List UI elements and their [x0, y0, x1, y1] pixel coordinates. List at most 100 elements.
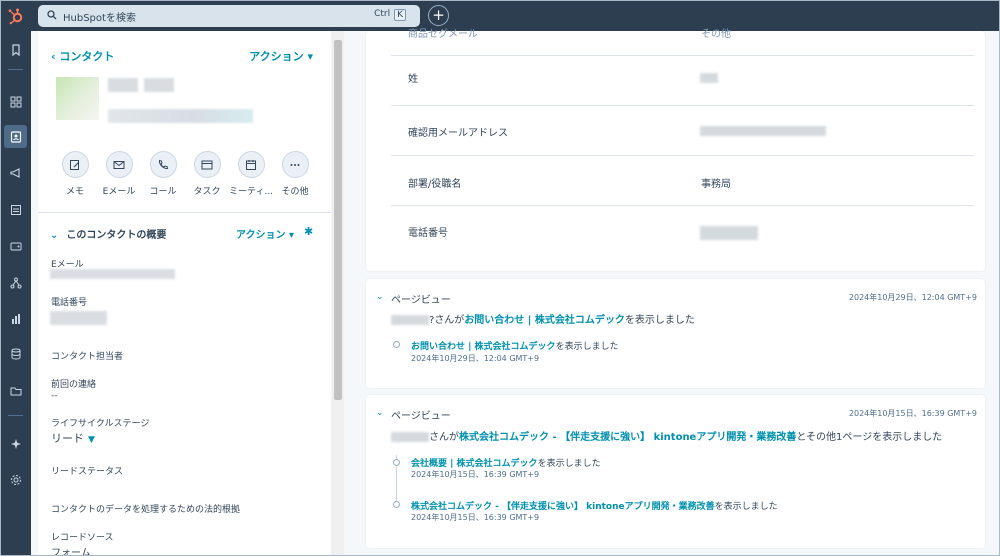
phone-value-redacted[interactable] — [50, 311, 107, 325]
lifecycle-stage-select[interactable]: リード ▼ — [51, 430, 95, 446]
commerce-wallet-icon[interactable] — [4, 234, 27, 257]
contact-email-redacted — [108, 109, 253, 123]
section-divider — [38, 212, 331, 213]
note-action-button[interactable]: メモ — [60, 151, 90, 197]
search-placeholder: HubSpotを検索 — [63, 12, 136, 24]
subevent-page-link[interactable]: 会社概要 | 株式会社コムデック — [411, 459, 538, 469]
automation-icon[interactable] — [4, 271, 27, 294]
legal-basis-label: コンタクトのデータを処理するための法的根拠 — [51, 505, 241, 515]
chevron-down-icon[interactable]: ⌄ — [376, 408, 384, 418]
note-action-label: メモ — [65, 187, 84, 197]
content-icon[interactable] — [4, 198, 27, 221]
settings-gear-icon[interactable] — [4, 468, 27, 491]
data-database-icon[interactable] — [4, 342, 27, 365]
shortcut-ctrl: Ctrl — [374, 9, 391, 19]
summary-tail: を表示しました — [624, 315, 695, 326]
contact-avatar — [56, 77, 99, 120]
contact-details-card: 商品セグメール その他 姓 確認用メールアドレス 部署/役職名 事務局 電話番号 — [366, 29, 985, 271]
subevent-page-link[interactable]: お問い合わせ | 株式会社コムデック — [411, 342, 556, 352]
search-shortcut: Ctrl K — [372, 9, 406, 21]
top-navigation-bar: HubSpotを検索 Ctrl K + — [0, 0, 1000, 31]
owner-property-label: コンタクト担当者 — [51, 352, 124, 362]
pencil-icon — [61, 151, 89, 178]
row-divider — [391, 155, 974, 156]
bookmark-icon[interactable] — [4, 38, 27, 61]
email-value-redacted[interactable] — [50, 269, 175, 279]
page-view-event-card: ⌄ ページビュー 2024年10月15日、16:39 GMT+9 さんが株式会社… — [366, 395, 985, 548]
workspaces-grid-icon[interactable] — [4, 90, 27, 113]
phone-number-value-redacted[interactable] — [700, 226, 758, 240]
contacts-icon[interactable] — [4, 125, 27, 148]
phone-property-label: 電話番号 — [51, 298, 88, 308]
contact-name-redacted — [144, 78, 174, 92]
event-summary: ?さんがお問い合わせ | 株式会社コムデックを表示しました — [391, 311, 695, 326]
summary-title: このコンタクトの概要 — [66, 230, 167, 241]
visitor-name-redacted — [391, 315, 429, 325]
breeze-sparkle-icon[interactable] — [4, 432, 27, 455]
confirm-email-label: 確認用メールアドレス — [408, 128, 508, 139]
last-contacted-label: 前回の連絡 — [51, 380, 97, 390]
subevent-time: 2024年10月29日、12:04 GMT+9 — [411, 354, 540, 363]
call-action-label: コール — [149, 187, 177, 197]
event-timestamp: 2024年10月29日、12:04 GMT+9 — [848, 293, 977, 302]
rail-divider — [8, 69, 23, 70]
confirm-email-value-redacted[interactable] — [700, 126, 826, 136]
row-divider — [391, 55, 974, 56]
detail-row-label: 商品セグメール — [408, 29, 478, 40]
last-name-value-redacted[interactable] — [700, 73, 718, 83]
global-search-input[interactable]: HubSpotを検索 Ctrl K — [38, 5, 420, 27]
phone-icon — [149, 151, 177, 178]
department-title-value[interactable]: 事務局 — [701, 175, 731, 190]
more-action-label: その他 — [281, 187, 309, 197]
subevent-line: お問い合わせ | 株式会社コムデックを表示しました — [411, 339, 619, 352]
event-timestamp: 2024年10月15日、16:39 GMT+9 — [848, 409, 977, 418]
call-action-button[interactable]: コール — [148, 151, 178, 197]
lead-status-label: リードステータス — [51, 467, 124, 477]
page-view-event-card: ⌄ ページビュー 2024年10月29日、12:04 GMT+9 ?さんがお問い… — [366, 279, 985, 388]
visitor-name-redacted — [391, 432, 429, 442]
department-title-label: 部署/役職名 — [408, 179, 462, 190]
task-action-button[interactable]: タスク — [192, 151, 222, 197]
marketing-megaphone-icon[interactable] — [4, 161, 27, 184]
record-source-label: レコードソース — [51, 533, 114, 543]
summary-text: さんが — [429, 432, 459, 443]
record-actions-dropdown[interactable]: アクション ▾ — [249, 48, 313, 64]
subevent-time: 2024年10月15日、16:39 GMT+9 — [411, 470, 540, 479]
contact-sidebar: ‹ コンタクト アクション ▾ メモ Eメール コール タスク ミーティ... — [38, 31, 331, 556]
meeting-action-button[interactable]: ミーティ... — [229, 151, 273, 197]
rail-divider — [8, 415, 23, 416]
more-action-button[interactable]: その他 — [280, 151, 310, 197]
back-to-contacts-link[interactable]: ‹ コンタクト — [51, 48, 114, 64]
last-contacted-value: -- — [51, 391, 58, 401]
email-action-button[interactable]: Eメール — [103, 151, 135, 197]
subevent-tail: を表示しました — [537, 459, 601, 469]
timeline-dot — [393, 459, 400, 466]
left-rail-nav — [0, 31, 31, 556]
page-link[interactable]: お問い合わせ | 株式会社コムデック — [464, 315, 625, 326]
event-title: ページビュー — [391, 295, 451, 306]
chevron-down-icon[interactable]: ⌄ — [376, 292, 384, 302]
calendar-icon — [237, 151, 265, 178]
summary-tail: とその他1ページを表示しました — [796, 432, 943, 443]
create-new-button[interactable]: + — [428, 5, 449, 26]
reports-chart-icon[interactable] — [4, 307, 27, 330]
subevent-tail: を表示しました — [555, 342, 619, 352]
lifecycle-stage-value: リード — [51, 432, 84, 445]
summary-section-toggle[interactable]: ⌄ このコンタクトの概要 — [50, 226, 166, 241]
envelope-icon — [105, 151, 133, 178]
hubspot-logo-icon[interactable] — [0, 0, 31, 31]
timeline-dot — [393, 501, 400, 508]
search-icon — [47, 9, 57, 23]
page-link[interactable]: 株式会社コムデック - 【伴走支援に強い】 kintoneアプリ開発・業務改善 — [459, 432, 796, 443]
summary-actions-dropdown[interactable]: アクション ▾ — [236, 226, 294, 241]
more-icon — [281, 151, 309, 178]
shortcut-key: K — [394, 9, 406, 21]
library-folder-icon[interactable] — [4, 379, 27, 402]
summary-settings-gear-icon[interactable]: ✱ — [304, 225, 313, 238]
subevent-tail: を表示しました — [714, 502, 778, 512]
email-action-label: Eメール — [102, 187, 136, 197]
event-title: ページビュー — [391, 411, 451, 422]
sidebar-scrollbar-thumb[interactable] — [334, 40, 342, 400]
subevent-line: 会社概要 | 株式会社コムデックを表示しました — [411, 456, 601, 469]
subevent-page-link[interactable]: 株式会社コムデック - 【伴走支援に強い】 kintoneアプリ開発・業務改善 — [411, 502, 715, 512]
